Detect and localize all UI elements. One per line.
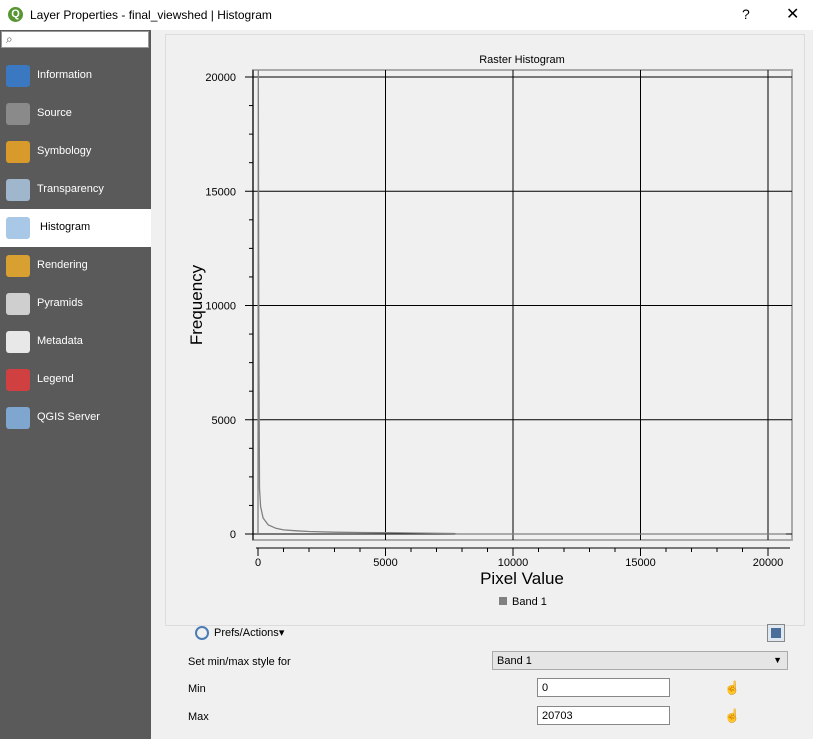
band-select[interactable]: Band 1 ▼ [492,651,788,670]
pick-min-icon[interactable]: ☝ [724,680,740,696]
pick-max-icon[interactable]: ☝ [724,708,740,724]
zoom-icon [195,626,209,641]
min-input[interactable]: 0 [537,678,670,697]
minmax-style-label: Set min/max style for [188,656,291,668]
histogram-chart: Raster Histogram 0 5000 10000 15000 20000 0 500… [187,54,793,608]
y-tick-label: 10000 [205,301,236,313]
save-histogram-button[interactable] [767,624,785,642]
x-tick-label: 15000 [625,557,656,569]
legend-label: Band 1 [512,596,547,608]
x-tick-label: 5000 [373,557,397,569]
max-label: Max [188,711,209,723]
max-input[interactable]: 20703 [537,706,670,725]
band-select-value: Band 1 [497,655,532,667]
chart-title: Raster Histogram [479,54,565,66]
x-tick-label: 0 [255,557,261,569]
y-tick-label: 5000 [212,415,236,427]
y-tick-label: 0 [230,529,236,541]
chevron-down-icon: ▼ [773,655,782,665]
legend-swatch [499,597,507,605]
prefs-actions-button[interactable]: Prefs/Actions▾ [195,626,284,641]
x-tick-label: 10000 [498,557,529,569]
y-tick-label: 20000 [205,72,236,84]
prefs-actions-label: Prefs/Actions [214,627,279,639]
x-axis-label: Pixel Value [480,569,564,588]
y-tick-label: 15000 [205,186,236,198]
y-axis-label: Frequency [187,264,206,345]
x-tick-label: 20000 [753,557,784,569]
min-label: Min [188,683,206,695]
